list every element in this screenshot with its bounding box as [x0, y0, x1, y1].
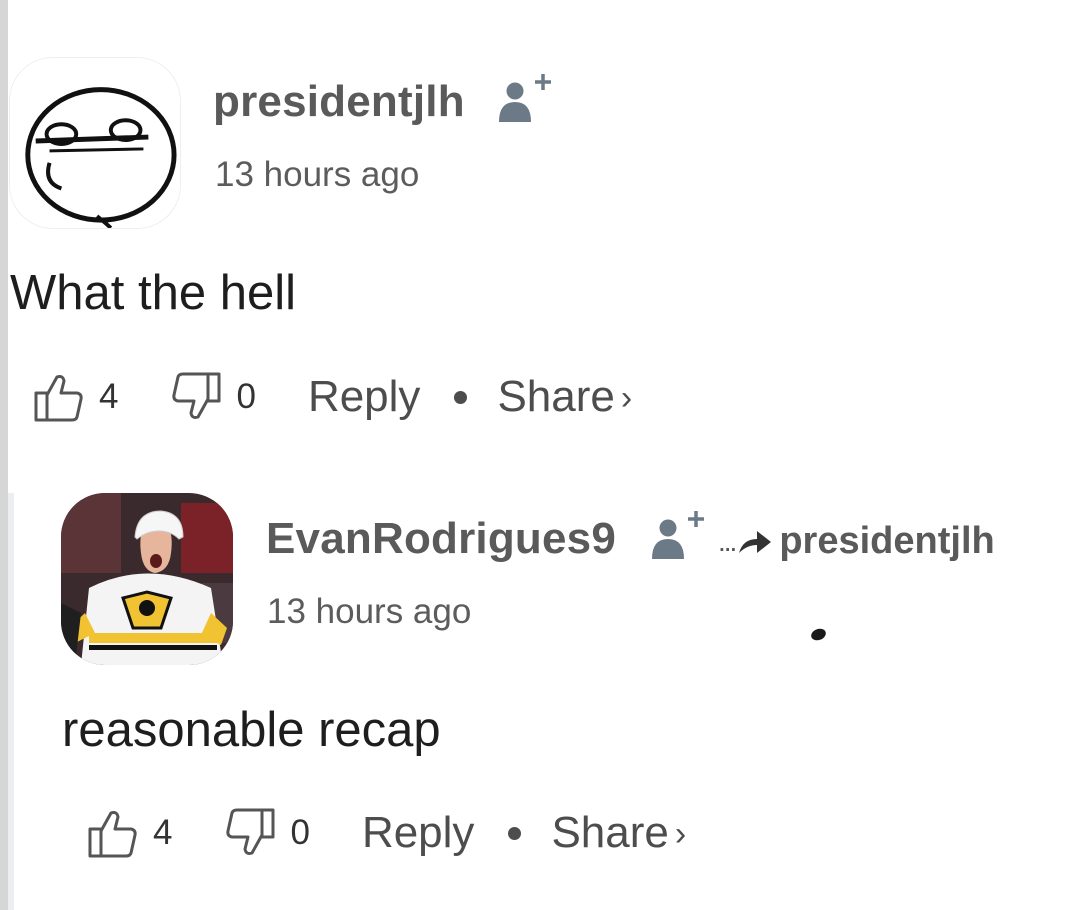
separator-dot: [454, 390, 468, 404]
timestamp: 13 hours ago: [215, 155, 420, 194]
comment-body: reasonable recap: [62, 703, 441, 757]
username[interactable]: presidentjlh: [213, 77, 465, 127]
share-button[interactable]: Share: [551, 808, 668, 858]
reply-to-indicator: ... presidentjlh: [718, 520, 995, 563]
reply-arrow-icon: [739, 530, 772, 553]
reply-button[interactable]: Reply: [362, 808, 475, 858]
reply-indent-line: [8, 493, 14, 910]
comment-actions: 4 0 Reply Share ›: [33, 367, 632, 427]
add-user-icon[interactable]: [497, 72, 555, 124]
thumbs-up-icon[interactable]: [87, 807, 139, 859]
separator-dot: [508, 826, 522, 840]
avatar[interactable]: [9, 57, 181, 229]
thumbs-up-icon[interactable]: [33, 371, 85, 423]
chevron-right-icon[interactable]: ›: [675, 815, 686, 854]
chevron-right-icon[interactable]: ›: [621, 379, 632, 418]
dislike-count: 0: [290, 813, 310, 852]
meme-face-avatar: [10, 58, 180, 228]
username[interactable]: EvanRodrigues9: [266, 514, 616, 564]
like-count: 4: [99, 377, 119, 416]
add-user-icon[interactable]: [650, 509, 708, 561]
comment-actions: 4 0 Reply Share ›: [87, 803, 686, 863]
reply-button[interactable]: Reply: [308, 372, 421, 422]
stray-mark: [809, 626, 828, 643]
thread-line: [0, 0, 8, 910]
like-count: 4: [153, 813, 173, 852]
hockey-player-avatar: [61, 493, 233, 665]
dislike-count: 0: [236, 377, 256, 416]
thumbs-down-icon[interactable]: [224, 807, 276, 859]
share-button[interactable]: Share: [497, 372, 614, 422]
thumbs-down-icon[interactable]: [170, 371, 222, 423]
timestamp: 13 hours ago: [267, 592, 472, 631]
reply-to-ellipsis: ...: [718, 525, 737, 557]
reply-to-username[interactable]: presidentjlh: [779, 520, 994, 563]
avatar[interactable]: [61, 493, 233, 665]
comment-body: What the hell: [10, 266, 296, 320]
